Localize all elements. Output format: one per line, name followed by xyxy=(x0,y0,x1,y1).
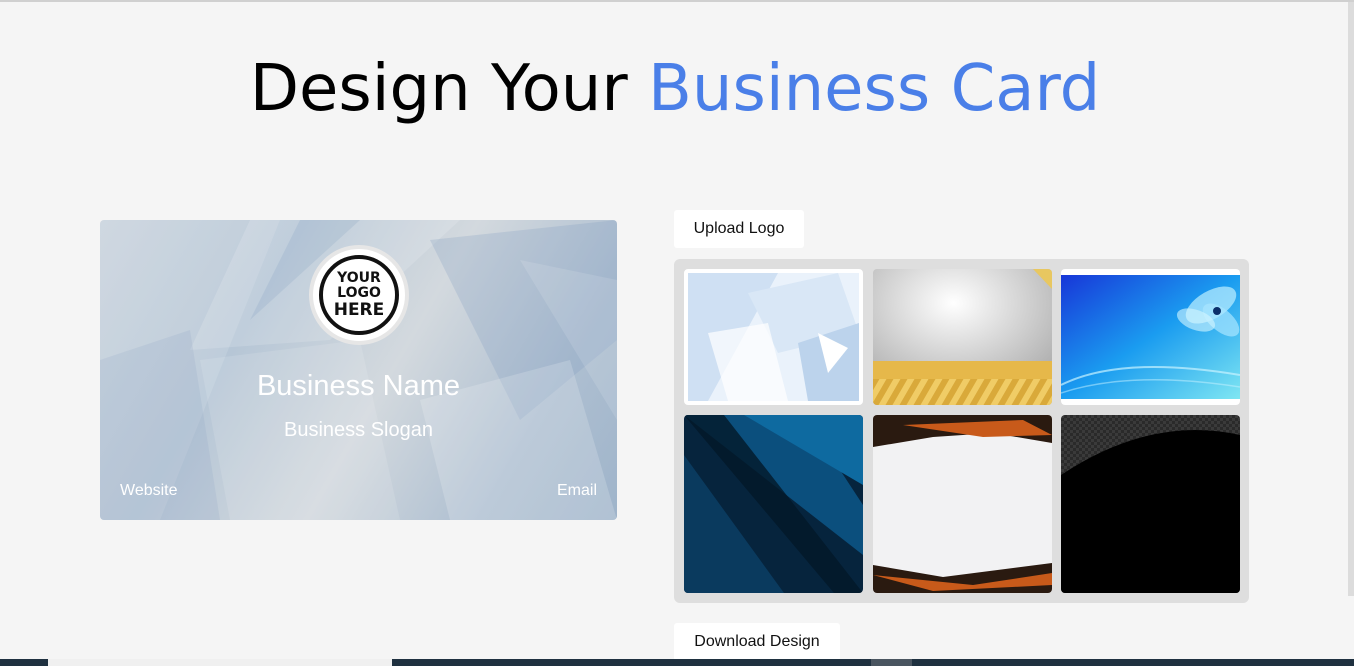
template-orange-frame-image xyxy=(873,415,1052,593)
template-dark-blue[interactable] xyxy=(684,415,863,593)
download-design-button[interactable]: Download Design xyxy=(674,623,840,661)
window-top-border xyxy=(0,0,1354,2)
taskbar-app-button[interactable] xyxy=(871,659,912,666)
title-part-1: Design Your xyxy=(249,52,648,126)
page-title: Design Your Business Card xyxy=(0,52,1350,126)
logo-line-2: LOGO xyxy=(337,285,381,301)
template-black-carbon-image xyxy=(1061,415,1240,593)
template-silver-gold-image xyxy=(873,269,1052,405)
template-black-carbon[interactable] xyxy=(1061,415,1240,593)
upload-logo-button[interactable]: Upload Logo xyxy=(674,210,804,248)
business-card-preview: YOUR LOGO HERE Business Name Business Sl… xyxy=(100,220,617,520)
template-light-blue[interactable] xyxy=(684,269,863,405)
template-dark-blue-image xyxy=(684,415,863,593)
template-silver-gold[interactable] xyxy=(873,269,1052,405)
logo-ring: YOUR LOGO HERE xyxy=(319,255,399,335)
template-light-blue-image xyxy=(688,273,859,401)
template-blue-flower[interactable] xyxy=(1061,269,1240,405)
taskbar-search-box[interactable] xyxy=(48,659,392,666)
logo-line-1: YOUR xyxy=(337,270,381,286)
business-name: Business Name xyxy=(256,370,461,402)
template-gallery xyxy=(674,259,1249,603)
email-text: Email xyxy=(556,482,597,499)
website-text: Website xyxy=(120,482,178,499)
template-orange-frame[interactable] xyxy=(873,415,1052,593)
template-blue-flower-image xyxy=(1061,275,1240,399)
logo-placeholder: YOUR LOGO HERE xyxy=(309,245,409,345)
title-accent: Business Card xyxy=(648,52,1101,126)
logo-line-3: HERE xyxy=(333,300,385,320)
business-slogan: Business Slogan xyxy=(284,419,433,441)
